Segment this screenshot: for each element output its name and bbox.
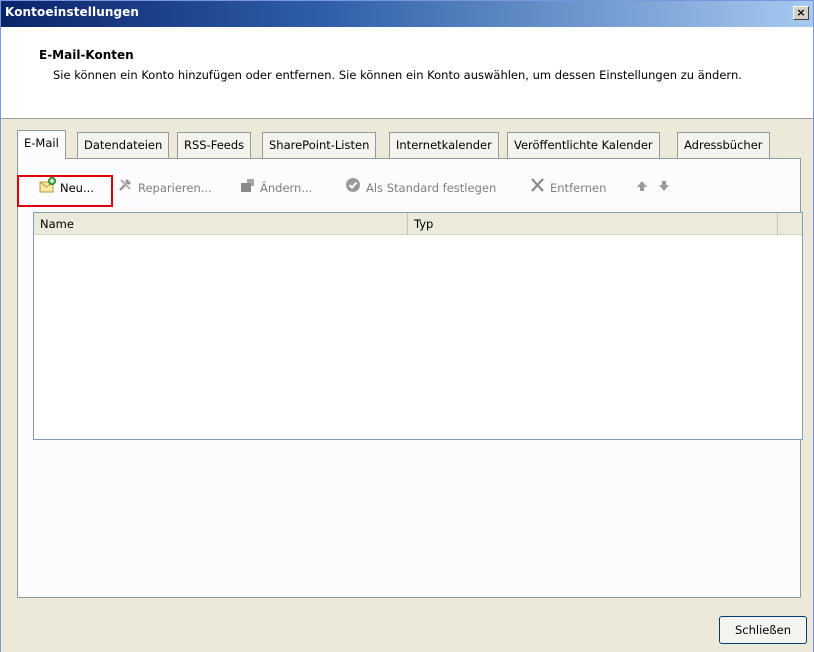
move-down-button[interactable] <box>657 176 674 200</box>
move-up-button[interactable] <box>635 176 652 200</box>
repair-label: Reparieren... <box>138 181 212 195</box>
change-label: Ändern... <box>260 181 313 195</box>
arrow-down-icon <box>657 177 671 201</box>
page-description: Sie können ein Konto hinzufügen oder ent… <box>53 68 742 82</box>
remove-label: Entfernen <box>550 181 607 195</box>
account-settings-dialog: Kontoeinstellungen × E-Mail-Konten Sie k… <box>0 0 814 652</box>
remove-x-icon <box>529 177 547 201</box>
repair-button[interactable]: Reparieren... <box>117 176 212 200</box>
dialog-footer <box>1 598 813 652</box>
tab-published-calendars[interactable]: Veröffentlichte Kalender <box>507 132 660 158</box>
tab-data-files[interactable]: Datendateien <box>77 132 170 158</box>
repair-tools-icon <box>117 177 135 201</box>
tab-label: RSS-Feeds <box>184 138 245 152</box>
tab-strip: E-Mail Datendateien RSS-Feeds SharePoint… <box>17 130 801 159</box>
column-header-name[interactable]: Name <box>34 213 408 235</box>
column-header-type[interactable]: Typ <box>408 213 778 235</box>
tab-label: Internetkalender <box>396 138 492 152</box>
tab-label: SharePoint-Listen <box>269 138 370 152</box>
set-default-button[interactable]: Als Standard festlegen <box>345 176 496 200</box>
change-icon <box>239 177 257 201</box>
tab-sharepoint-lists[interactable]: SharePoint-Listen <box>262 132 377 158</box>
tab-internet-calendars[interactable]: Internetkalender <box>389 132 499 158</box>
set-default-label: Als Standard festlegen <box>366 181 497 195</box>
tab-label: Veröffentlichte Kalender <box>514 138 653 152</box>
remove-button[interactable]: Entfernen <box>529 176 606 200</box>
account-toolbar: Neu... Reparieren... Ändern... Als Stand… <box>17 172 777 204</box>
tab-label: Datendateien <box>84 138 163 152</box>
close-button-label: Schließen <box>735 623 791 637</box>
tab-email[interactable]: E-Mail <box>17 130 66 159</box>
column-header-filler <box>778 213 802 235</box>
window-close-button[interactable]: × <box>793 6 809 20</box>
arrow-up-icon <box>635 177 649 201</box>
title-bar[interactable]: Kontoeinstellungen × <box>1 1 813 27</box>
change-button[interactable]: Ändern... <box>239 176 312 200</box>
dialog-header: E-Mail-Konten Sie können ein Konto hinzu… <box>1 27 813 119</box>
checkmark-circle-icon <box>345 177 363 201</box>
tab-label: E-Mail <box>24 136 59 150</box>
new-button-highlight <box>17 175 113 207</box>
tab-address-books[interactable]: Adressbücher <box>677 132 770 158</box>
account-list[interactable]: Name Typ <box>33 212 803 440</box>
tab-rss-feeds[interactable]: RSS-Feeds <box>177 132 252 158</box>
list-header: Name Typ <box>34 213 802 235</box>
window-title: Kontoeinstellungen <box>5 5 140 19</box>
page-title: E-Mail-Konten <box>39 48 134 62</box>
close-button[interactable]: Schließen <box>719 616 807 644</box>
tab-label: Adressbücher <box>684 138 763 152</box>
